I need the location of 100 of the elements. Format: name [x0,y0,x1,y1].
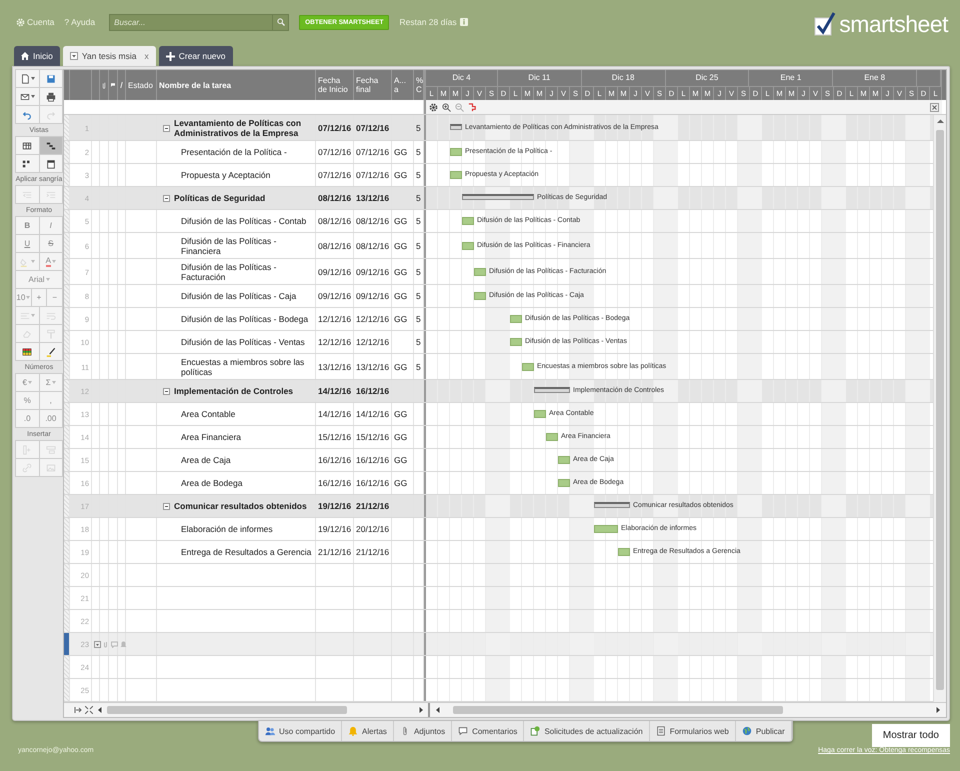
row-handle[interactable] [64,610,70,632]
pin-icon[interactable] [74,706,82,714]
grid-button[interactable] [16,137,38,154]
collapse-icon[interactable] [163,388,170,394]
row-handle[interactable] [64,285,70,307]
attachments-button[interactable]: Adjuntos [394,721,452,741]
summary-bar[interactable] [534,387,570,393]
publish-button[interactable]: Publicar [736,721,792,741]
horizontal-scrollbar[interactable] [64,702,946,717]
summary-bar[interactable] [462,194,534,200]
scrollbar-thumb[interactable] [936,130,944,690]
bell-icon[interactable] [120,640,127,648]
tab[interactable]: Yan tesis msia x [62,46,156,66]
collapse-icon[interactable] [163,502,170,510]
forms-button[interactable]: Formularios web [650,721,736,741]
vertical-scrollbar[interactable] [933,115,946,702]
account-link[interactable]: Cuenta [16,17,54,27]
column-header[interactable]: Fecha de Inicio [318,76,351,94]
row-handle[interactable] [64,472,70,494]
scrollbar-thumb[interactable] [107,706,347,714]
card-button[interactable] [16,155,38,172]
row-handle[interactable] [64,403,70,425]
task-bar[interactable] [510,315,522,323]
row-handle[interactable] [64,115,70,140]
row-handle[interactable] [64,380,70,402]
search-icon[interactable] [276,18,285,26]
print-button[interactable] [40,88,62,105]
expand-icon[interactable] [85,706,93,714]
row-handle[interactable] [64,495,70,517]
row-handle[interactable] [64,656,70,678]
task-bar[interactable] [462,217,474,225]
gantt-button[interactable] [40,137,62,154]
collapse-icon[interactable] [163,194,170,202]
close-tab-button[interactable]: x [144,51,149,61]
calendar-button[interactable] [40,155,62,172]
summary-bar[interactable] [594,502,630,508]
speech-bubble-icon[interactable] [111,640,118,648]
tab[interactable]: Inicio [14,46,60,66]
row-handle[interactable] [64,141,70,163]
up-arrow-icon[interactable] [936,118,944,125]
task-bar[interactable] [450,171,462,179]
task-bar[interactable] [618,548,630,556]
column-header[interactable]: Fecha final [356,76,389,94]
task-bar[interactable] [450,148,462,156]
dropdown-icon[interactable] [94,640,101,648]
row-handle[interactable] [64,633,70,655]
undo-button[interactable] [16,106,38,123]
new-button[interactable] [16,70,38,87]
row-handle[interactable] [64,541,70,563]
task-bar[interactable] [474,268,486,276]
column-header[interactable]: A... a [394,76,411,94]
row-handle[interactable] [64,259,70,284]
gear-icon[interactable] [429,102,438,112]
close-icon[interactable] [930,102,939,112]
save-button[interactable] [40,70,62,87]
show-all-button[interactable]: Mostrar todo [872,724,950,747]
comments-button[interactable]: Comentarios [452,721,524,741]
zoom-in-icon[interactable] [442,102,451,112]
right-arrow-icon[interactable] [417,706,425,714]
column-header[interactable]: % C [416,76,424,94]
task-bar[interactable] [510,338,522,346]
row-handle[interactable] [64,164,70,186]
search-button[interactable] [273,14,290,30]
row-handle[interactable] [64,308,70,330]
row-handle[interactable] [64,564,70,586]
left-arrow-icon[interactable] [96,706,104,714]
scrollbar-thumb[interactable] [453,706,783,714]
task-bar[interactable] [594,525,618,533]
task-bar[interactable] [534,410,546,418]
summary-bar[interactable] [450,124,462,130]
task-bar[interactable] [522,363,534,371]
help-link[interactable]: ? Ayuda [64,17,96,27]
row-handle[interactable] [64,331,70,353]
row-handle[interactable] [64,449,70,471]
row-handle[interactable] [64,210,70,232]
requests-button[interactable]: Solicitudes de actualización [524,721,650,741]
row-handle[interactable] [64,587,70,609]
task-bar[interactable] [462,242,474,250]
alerts-button[interactable]: Alertas [342,721,394,741]
left-arrow-icon[interactable] [434,706,442,714]
row-handle[interactable] [64,426,70,448]
row-handle[interactable] [64,679,70,701]
collapse-icon[interactable] [163,124,170,132]
task-bar[interactable] [474,292,486,300]
cellcolor-button[interactable] [16,343,38,360]
row-handle[interactable] [64,233,70,258]
right-arrow-icon[interactable] [934,706,942,714]
task-bar[interactable] [558,456,570,464]
dropdown-icon[interactable] [70,52,78,60]
task-bar[interactable] [558,479,570,487]
paperclip-icon[interactable] [102,640,109,648]
row-handle[interactable] [64,518,70,540]
column-header[interactable]: Estado [128,80,153,90]
search-field[interactable]: Buscar... [109,14,274,30]
share-button[interactable]: Uso compartido [259,721,342,741]
row-handle[interactable] [64,187,70,209]
zoom-out-icon[interactable] [455,102,464,112]
row-handle[interactable] [64,354,70,379]
tab[interactable]: Crear nuevo [158,46,233,66]
critical-path-icon[interactable] [468,102,477,112]
